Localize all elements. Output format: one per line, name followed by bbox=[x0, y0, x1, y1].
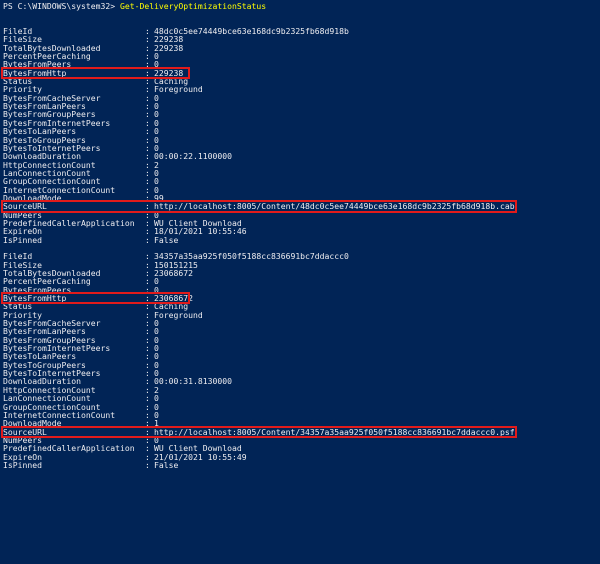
property-row: IsPinned: False bbox=[3, 234, 600, 245]
status-record: FileId:34357a35aa925f050f5188cc836691bc7… bbox=[1, 252, 600, 470]
command-line: PS C:\WINDOWS\system32> Get-DeliveryOpti… bbox=[3, 2, 600, 10]
property-value: http://localhost:8005/Content/34357a35aa… bbox=[154, 426, 515, 437]
property-key: IsPinned bbox=[3, 234, 42, 245]
property-row: BytesFromPeers:0 bbox=[3, 60, 600, 69]
property-row: IsPinned: False bbox=[3, 459, 600, 470]
property-key: SourceURL bbox=[3, 426, 47, 437]
property-value: Foreground bbox=[154, 84, 203, 95]
separator: : bbox=[145, 201, 150, 212]
property-key: SourceURL bbox=[3, 201, 47, 212]
property-row: BytesFromHttp:23068672 bbox=[1, 291, 600, 305]
output-records: FileId:48dc0c5ee74449bce63e168dc9b2325fb… bbox=[1, 27, 600, 470]
property-value: 00:00:22.1100000 bbox=[154, 151, 232, 162]
property-value: Foreground bbox=[154, 309, 203, 320]
property-value: False bbox=[154, 234, 179, 245]
property-row: SourceURL: http://localhost:8005/Content/… bbox=[1, 425, 600, 438]
property-row: BytesFromHttp:229238 bbox=[1, 66, 600, 80]
property-row: SourceURL: http://localhost:8005/Content/… bbox=[1, 200, 600, 213]
property-row: BytesFromPeers:0 bbox=[3, 285, 600, 294]
property-value: 229238 bbox=[154, 67, 184, 78]
separator: : bbox=[145, 426, 150, 437]
property-key: IsPinned bbox=[3, 459, 42, 470]
property-value: http://localhost:8005/Content/48dc0c5ee7… bbox=[154, 201, 515, 212]
powershell-console[interactable]: PS C:\WINDOWS\system32> Get-DeliveryOpti… bbox=[0, 0, 600, 564]
separator: : bbox=[145, 459, 150, 470]
highlight-box: BytesFromHttp:229238 bbox=[1, 66, 190, 80]
separator: : bbox=[145, 293, 150, 304]
command-text: Get-DeliveryOptimizationStatus bbox=[119, 1, 267, 11]
property-value: 00:00:31.8130000 bbox=[154, 376, 232, 387]
property-value: 23068672 bbox=[154, 293, 193, 304]
property-key: BytesFromHttp bbox=[3, 67, 67, 78]
highlight-box: SourceURL: http://localhost:8005/Content/… bbox=[1, 200, 517, 213]
status-record: FileId:48dc0c5ee74449bce63e168dc9b2325fb… bbox=[1, 27, 600, 245]
property-value: 23068672 bbox=[154, 268, 193, 278]
separator: : bbox=[145, 67, 150, 78]
separator: : bbox=[145, 234, 150, 245]
highlight-box: SourceURL: http://localhost:8005/Content/… bbox=[1, 425, 517, 438]
property-value: False bbox=[154, 459, 179, 470]
property-key: BytesFromHttp bbox=[3, 293, 67, 304]
prompt-text: PS C:\WINDOWS\system32> bbox=[3, 1, 116, 11]
highlight-box: BytesFromHttp:23068672 bbox=[1, 291, 193, 305]
